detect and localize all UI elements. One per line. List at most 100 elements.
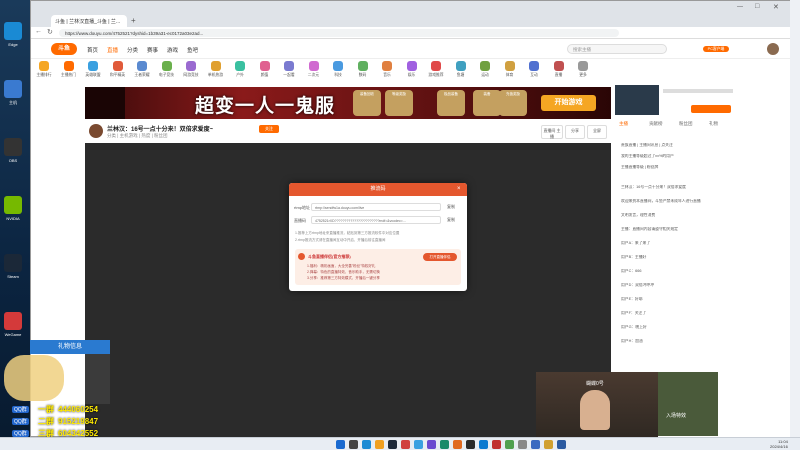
nav-item-2[interactable]: 分类 <box>127 46 138 54</box>
category-icon <box>88 61 98 71</box>
nav-item-4[interactable]: 游戏 <box>167 46 178 54</box>
clock[interactable]: 11:04 2024/4/16 <box>770 439 788 449</box>
taskbar-app-icon[interactable] <box>479 440 488 449</box>
wegame-icon[interactable] <box>4 312 22 330</box>
close-window-button[interactable]: ✕ <box>773 3 779 11</box>
computer-icon[interactable] <box>4 80 22 98</box>
search-input[interactable]: 搜索主播 <box>567 44 667 54</box>
sidebar-tab-2[interactable]: 粉丝团 <box>679 121 693 127</box>
category-item[interactable]: 运动 <box>474 59 496 78</box>
category-item[interactable]: 主播热门 <box>58 59 80 78</box>
taskbar-app-icon[interactable] <box>388 440 397 449</box>
category-item[interactable]: 更多 <box>572 59 594 78</box>
code-field[interactable]: 4752521rXD???????????????????????mdf=&vc… <box>311 216 441 224</box>
category-item[interactable]: 英雄联盟 <box>82 59 104 78</box>
taskbar-app-icon[interactable] <box>427 440 436 449</box>
obs-icon[interactable] <box>4 138 22 156</box>
browser-tab[interactable]: 斗鱼 | 兰林汉直播_斗鱼 | 兰... <box>51 15 127 27</box>
promo-box: 斗鱼直播伴侣(官方推荐) 打开直播伴侣 1.福利：精彩画面，大全完善"粉丝"特权… <box>295 249 461 285</box>
taskbar-app-icon[interactable] <box>518 440 527 449</box>
category-item[interactable]: 主播排行 <box>33 59 55 78</box>
start-game-button[interactable]: 开始游戏 <box>541 95 596 111</box>
category-icon <box>480 61 490 71</box>
promo-line-0: 1.福利：精彩画面，大全完善"粉丝"特权好礼 <box>307 264 376 268</box>
streamer-avatar[interactable] <box>89 124 103 138</box>
reload-icon[interactable]: ↻ <box>47 28 53 36</box>
category-item[interactable]: 音乐 <box>376 59 398 78</box>
nav-item-1[interactable]: 直播 <box>107 46 118 54</box>
banner-pill: 充值奖励 <box>499 90 527 116</box>
back-icon[interactable]: ← <box>35 28 42 35</box>
category-item[interactable]: 互动 <box>523 59 545 78</box>
sidebar-promo-button[interactable] <box>691 105 731 113</box>
category-item[interactable]: 单机热游 <box>205 59 227 78</box>
category-item[interactable]: 和平精英 <box>107 59 129 78</box>
minimize-button[interactable]: — <box>737 4 743 10</box>
copy-code-button[interactable]: 复制 <box>447 217 455 223</box>
taskbar-app-icon[interactable] <box>440 440 449 449</box>
douyu-logo[interactable]: 斗鱼 <box>51 43 77 55</box>
open-companion-button[interactable]: 打开直播伴侣 <box>423 253 457 261</box>
sidebar-tab-3[interactable]: 礼物 <box>709 121 718 127</box>
steam-icon[interactable] <box>4 254 22 272</box>
category-label: 王者荣耀 <box>134 73 150 77</box>
category-icon <box>137 61 147 71</box>
category-icon <box>210 61 221 71</box>
category-label: 一起看 <box>283 73 295 77</box>
taskbar-app-icon[interactable] <box>375 440 384 449</box>
rtmp-field[interactable]: rtmp://sendfw1a.douyu.com/live <box>311 203 441 211</box>
category-item[interactable]: 科技 <box>327 59 349 78</box>
user-avatar[interactable] <box>767 43 779 55</box>
follow-button[interactable]: 关注 <box>259 125 279 133</box>
stream-btn-0[interactable]: 直播间 主播 <box>541 125 563 139</box>
maximize-button[interactable]: □ <box>755 3 759 10</box>
taskbar-app-icon[interactable] <box>492 440 501 449</box>
category-item[interactable]: 鱼塘 <box>450 59 472 78</box>
cam-side-panel: 入场特效 <box>658 372 718 436</box>
edge-icon[interactable] <box>4 22 22 40</box>
category-item[interactable]: 二次元 <box>303 59 325 78</box>
taskbar-app-icon[interactable] <box>401 440 410 449</box>
chat-line: 主播：直播间内容请遵守相关规定 <box>621 227 678 231</box>
category-item[interactable]: 户外 <box>229 59 251 78</box>
taskbar-app-icon[interactable] <box>531 440 540 449</box>
category-label: 户外 <box>236 73 244 77</box>
category-item[interactable]: 网游竞技 <box>180 59 202 78</box>
taskbar-app-icon[interactable] <box>544 440 553 449</box>
taskbar-app-icon[interactable] <box>466 440 475 449</box>
category-label: 主播排行 <box>36 73 52 77</box>
category-item[interactable]: 直播 <box>548 59 570 78</box>
taskbar-app-icon[interactable] <box>414 440 423 449</box>
nvidia-icon[interactable] <box>4 196 22 214</box>
category-item[interactable]: 游戏推荐 <box>425 59 447 78</box>
pc-client-button[interactable]: PC客户端 <box>703 46 729 52</box>
category-item[interactable]: 娱乐 <box>401 59 423 78</box>
category-item[interactable]: 电子竞技 <box>156 59 178 78</box>
new-tab-button[interactable]: + <box>131 16 136 25</box>
taskbar-app-icon[interactable] <box>557 440 566 449</box>
taskbar-app-icon[interactable] <box>453 440 462 449</box>
url-input[interactable]: https://www.douyu.com/4752521?dyshid=1b3… <box>59 29 619 37</box>
modal-close-icon[interactable]: × <box>457 186 461 192</box>
nav-item-3[interactable]: 赛事 <box>147 46 158 54</box>
nav-item-5[interactable]: 鱼吧 <box>187 46 198 54</box>
sidebar-tab-1[interactable]: 贡献榜 <box>649 121 663 127</box>
category-icon <box>39 61 49 71</box>
taskbar-app-icon[interactable] <box>505 440 514 449</box>
taskbar-app-icon[interactable] <box>336 440 345 449</box>
category-item[interactable]: 王者荣耀 <box>131 59 153 78</box>
taskbar-app-icon[interactable] <box>362 440 371 449</box>
stream-btn-2[interactable]: 全屏 <box>587 125 607 139</box>
category-item[interactable]: 数码 <box>352 59 374 78</box>
category-item[interactable]: 体育 <box>499 59 521 78</box>
stream-code-modal: 推流码 × rtmp地址 rtmp://sendfw1a.douyu.com/l… <box>289 183 467 291</box>
category-item[interactable]: 颜值 <box>254 59 276 78</box>
category-item[interactable]: 一起看 <box>278 59 300 78</box>
ad-banner[interactable]: 超变一人一鬼服 开始游戏 装备回收 等级奖励 极品装备 装备 充值奖励 <box>85 87 611 119</box>
copy-rtmp-button[interactable]: 复制 <box>447 204 455 210</box>
sidebar-tab-0[interactable]: 主播 <box>619 121 628 127</box>
taskbar-app-icon[interactable] <box>349 440 358 449</box>
sidebar-promo-thumb[interactable] <box>615 85 659 115</box>
nav-item-0[interactable]: 首页 <box>87 46 98 54</box>
stream-btn-1[interactable]: 分享 <box>565 125 585 139</box>
